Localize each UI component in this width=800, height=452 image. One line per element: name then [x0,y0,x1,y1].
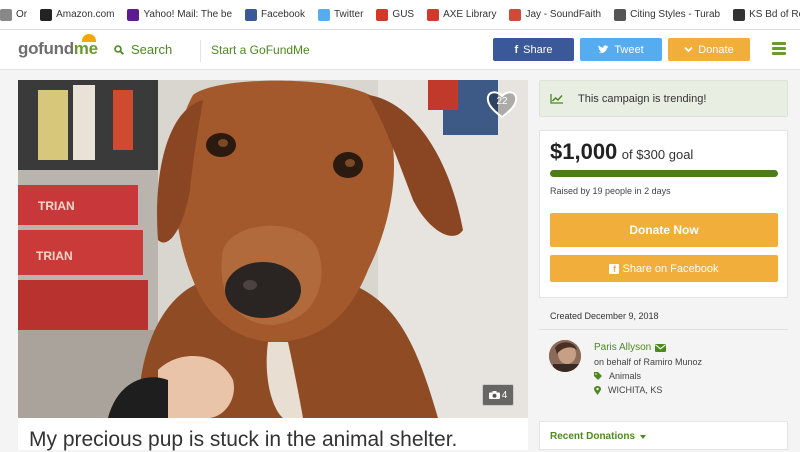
facebook-icon: f [514,43,519,56]
category-label: Animals [609,371,642,381]
search-icon [114,44,124,55]
caret-down-icon [640,434,647,439]
bookmark-item[interactable]: AXE Library [427,8,497,21]
bookmark-item[interactable]: Or [0,8,28,21]
campaign-title-box: My precious pup is stuck in the animal s… [18,418,528,451]
divider [539,329,788,330]
recent-donations-label: Recent Donations [550,431,636,442]
share-on-facebook-button[interactable]: f Share on Facebook [550,255,778,282]
trending-text: This campaign is trending! [578,92,707,105]
header-divider [200,40,201,62]
svg-text:TRIAN: TRIAN [38,199,75,213]
trending-banner: This campaign is trending! [539,80,788,117]
category-link[interactable]: Animals [594,371,641,381]
bookmark-item[interactable]: Facebook [245,8,305,21]
bookmark-label: Amazon.com [56,9,115,20]
facebook-share-button[interactable]: f Share [493,38,574,61]
bookmark-item[interactable]: Yahoo! Mail: The be [127,8,233,21]
location-label: WICHITA, KS [608,385,663,395]
tag-icon [594,372,602,380]
header-donate-button[interactable]: Donate [668,38,750,61]
campaign-info-section: Created December 9, 2018 Paris Allyson o… [539,298,788,412]
facebook-icon [245,8,258,21]
on-behalf-of-text: on behalf of Ramiro Munoz [594,357,703,367]
bookmark-label: Jay - SoundFaith [525,9,602,20]
amazon-icon [40,8,53,21]
organizer-name: Paris Allyson [594,342,652,353]
bookmark-label: GUS [392,9,415,20]
organizer-name-link[interactable]: Paris Allyson [594,342,667,353]
citing-styles-icon [614,8,627,21]
bookmark-label: Yahoo! Mail: The be [143,9,233,20]
twitter-bird-icon [598,45,609,54]
gofundme-logo[interactable]: gofundme [18,34,98,59]
campaign-title: My precious pup is stuck in the animal s… [29,428,458,451]
gus-icon [376,8,389,21]
amount-raised-line: $1,000 of $300 goal [550,139,693,165]
recent-donations-toggle[interactable]: Recent Donations [550,431,647,442]
organizer-avatar[interactable] [549,340,581,372]
created-date: Created December 9, 2018 [550,311,659,321]
search-link[interactable]: Search [114,42,172,57]
bookmark-item[interactable]: KS Bd of Regents [733,8,800,21]
axe-library-icon [427,8,440,21]
bookmark-item[interactable]: Amazon.com [40,8,115,21]
bookmark-label: AXE Library [443,9,497,20]
heart-favorite-button[interactable]: 22 [485,88,519,120]
tweet-button[interactable]: Tweet [580,38,662,61]
search-label: Search [131,42,173,57]
yahoo-icon [127,8,140,21]
start-gofundme-link[interactable]: Start a GoFundMe [211,43,310,57]
svg-text:TRIAN: TRIAN [36,249,73,263]
bookmark-item[interactable]: Jay - SoundFaith [509,8,602,21]
donate-label: Donate [698,43,734,56]
site-header: gofundme Search Start a GoFundMe f Share… [0,30,800,70]
bookmark-label: Twitter [333,9,364,20]
donation-card: $1,000 of $300 goal Raised by 19 people … [539,130,788,298]
bookmark-label: Citing Styles - Turab [630,9,721,20]
dog-photo-image: TRIAN TRIAN [18,80,528,418]
bookmark-item[interactable]: Citing Styles - Turab [614,8,721,21]
bookmark-item[interactable]: Twitter [317,8,364,21]
goal-text: of $300 goal [621,147,694,162]
chevron-down-icon [684,46,693,53]
photo-count-badge[interactable]: 4 [482,384,514,406]
camera-icon [488,391,500,399]
partial-icon [0,8,12,21]
envelope-icon[interactable] [655,343,667,352]
logo-text-gofund: gofund [18,39,74,58]
heart-count: 22 [496,96,508,107]
raised-by-text: Raised by 19 people in 2 days [550,186,671,196]
bookmark-item[interactable]: GUS [376,8,415,21]
bookmark-label: Facebook [261,9,305,20]
twitter-icon [317,8,330,21]
donate-now-button[interactable]: Donate Now [550,213,778,247]
progress-bar [550,170,778,177]
ks-regents-icon [733,8,746,21]
share-on-facebook-label: Share on Facebook [622,262,719,275]
campaign-photo[interactable]: TRIAN TRIAN [18,80,528,418]
bookmark-label: KS Bd of Regents [749,9,800,20]
location-link[interactable]: WICHITA, KS [594,385,662,395]
share-label: Share [523,43,553,56]
amount-raised: $1,000 [550,139,618,164]
progress-bar-fill [550,170,778,177]
logo-sun-icon [82,34,96,42]
trending-chart-icon [550,94,563,104]
hamburger-menu-icon[interactable] [772,42,786,55]
bookmarks-bar: Or Amazon.com Yahoo! Mail: The be Facebook T… [0,0,800,30]
tweet-label: Tweet [614,43,644,56]
facebook-icon: f [609,263,620,274]
photo-count: 4 [501,389,508,401]
map-pin-icon [594,385,601,395]
avatar-image [549,340,581,372]
soundfaith-icon [509,8,522,21]
bookmark-label: Or [16,9,28,20]
recent-donations-panel: Recent Donations [539,421,788,450]
